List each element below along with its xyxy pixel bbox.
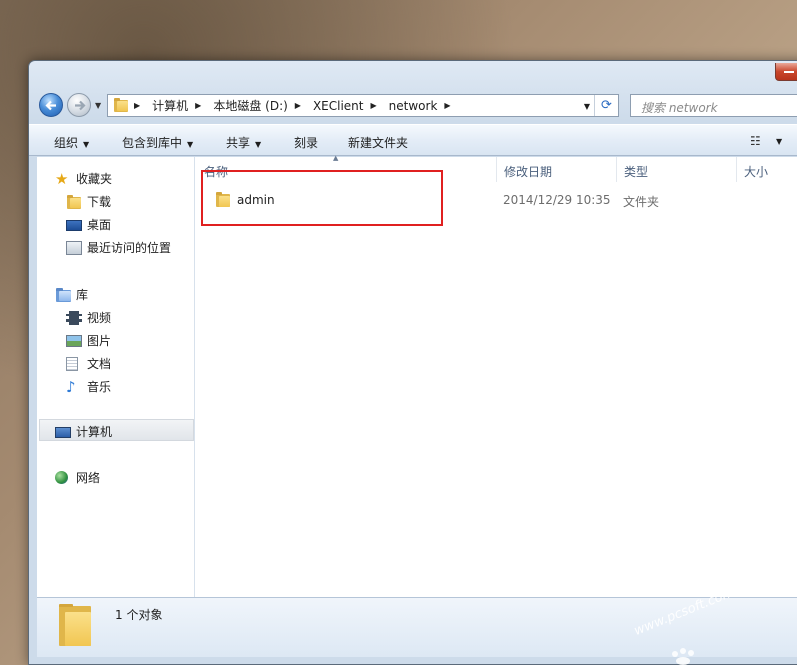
sidebar-item-downloads[interactable]: 下载	[66, 193, 111, 210]
sidebar-item-favorites[interactable]: ★ 收藏夹	[55, 170, 112, 187]
file-date-modified: 2014/12/29 10:35	[503, 193, 611, 207]
large-folder-icon	[59, 604, 91, 646]
command-toolbar: 组织 ▼ 包含到库中 ▼ 共享 ▼ 刻录 新建文件夹 ☷ ▼	[29, 124, 797, 156]
breadcrumb-network[interactable]: network ▶	[389, 99, 457, 113]
sidebar-item-documents[interactable]: 文档	[66, 355, 111, 372]
breadcrumb-local-disk[interactable]: 本地磁盘 (D:) ▶	[213, 97, 307, 114]
star-icon: ★	[55, 169, 69, 188]
sidebar-item-desktop[interactable]: 桌面	[66, 216, 111, 233]
sidebar-item-recent-places[interactable]: 最近访问的位置	[66, 239, 171, 256]
computer-icon	[55, 426, 71, 438]
sidebar-item-music[interactable]: ♪ 音乐	[66, 378, 111, 395]
column-header-size[interactable]: 大小	[737, 157, 797, 182]
music-note-icon: ♪	[66, 377, 76, 396]
search-input[interactable]: 搜索 network	[630, 94, 797, 117]
downloads-folder-icon	[66, 194, 82, 209]
libraries-icon	[55, 287, 71, 302]
refresh-icon: ⟳	[601, 98, 612, 113]
address-dropdown-icon[interactable]: ▼	[584, 102, 590, 111]
breadcrumb-computer[interactable]: 计算机 ▶	[152, 97, 207, 114]
sidebar-item-pictures[interactable]: 图片	[66, 332, 111, 349]
address-bar[interactable]: ▶ 计算机 ▶ 本地磁盘 (D:) ▶ XEClient ▶ network ▶ ▼ ⟳	[107, 94, 619, 117]
picture-icon	[66, 334, 82, 347]
burn-button[interactable]: 刻录	[294, 134, 318, 151]
back-button[interactable]	[39, 93, 63, 117]
include-in-library-button[interactable]: 包含到库中 ▼	[122, 134, 193, 151]
arrow-left-icon	[45, 100, 56, 111]
desktop-icon	[66, 219, 82, 231]
document-icon	[66, 356, 78, 371]
navigation-bar: ▼ ▶ 计算机 ▶ 本地磁盘 (D:) ▶ XEClient ▶ network ▶ ▼…	[29, 91, 797, 121]
folder-icon	[114, 97, 128, 112]
view-options-icon[interactable]: ☷	[750, 134, 761, 148]
new-folder-button[interactable]: 新建文件夹	[348, 134, 408, 151]
network-globe-icon	[55, 471, 68, 484]
column-header-type[interactable]: 类型	[617, 157, 737, 182]
arrow-right-icon	[75, 100, 86, 111]
sidebar-item-network[interactable]: 网络	[55, 469, 100, 486]
sidebar-item-computer[interactable]: 计算机	[55, 423, 112, 440]
video-icon	[66, 310, 82, 325]
close-icon	[784, 71, 794, 73]
sidebar-item-libraries[interactable]: 库	[55, 286, 88, 303]
breadcrumb-root-chevron[interactable]: ▶	[134, 101, 146, 110]
recent-places-icon	[66, 240, 82, 255]
refresh-button[interactable]: ⟳	[594, 95, 618, 116]
recent-pages-chevron-icon[interactable]: ▼	[95, 101, 101, 110]
content-area: ★ 收藏夹 下载 桌面 最近访问的位置 库 视频 图片 文档 ♪ 音乐 计算机 …	[37, 154, 797, 597]
view-dropdown-icon[interactable]: ▼	[776, 137, 782, 146]
navigation-pane: ★ 收藏夹 下载 桌面 最近访问的位置 库 视频 图片 文档 ♪ 音乐 计算机 …	[37, 157, 195, 597]
annotation-highlight-box	[201, 170, 443, 226]
share-button[interactable]: 共享 ▼	[226, 134, 261, 151]
file-type: 文件夹	[623, 195, 660, 209]
forward-button[interactable]	[67, 93, 91, 117]
item-count: 1 个对象	[115, 608, 163, 622]
sidebar-item-videos[interactable]: 视频	[66, 309, 111, 326]
close-button[interactable]	[775, 63, 797, 81]
paw-logo-icon	[672, 648, 694, 665]
organize-button[interactable]: 组织 ▼	[54, 134, 89, 151]
breadcrumb-xeclient[interactable]: XEClient ▶	[313, 99, 383, 113]
column-header-date[interactable]: 修改日期	[497, 157, 617, 182]
